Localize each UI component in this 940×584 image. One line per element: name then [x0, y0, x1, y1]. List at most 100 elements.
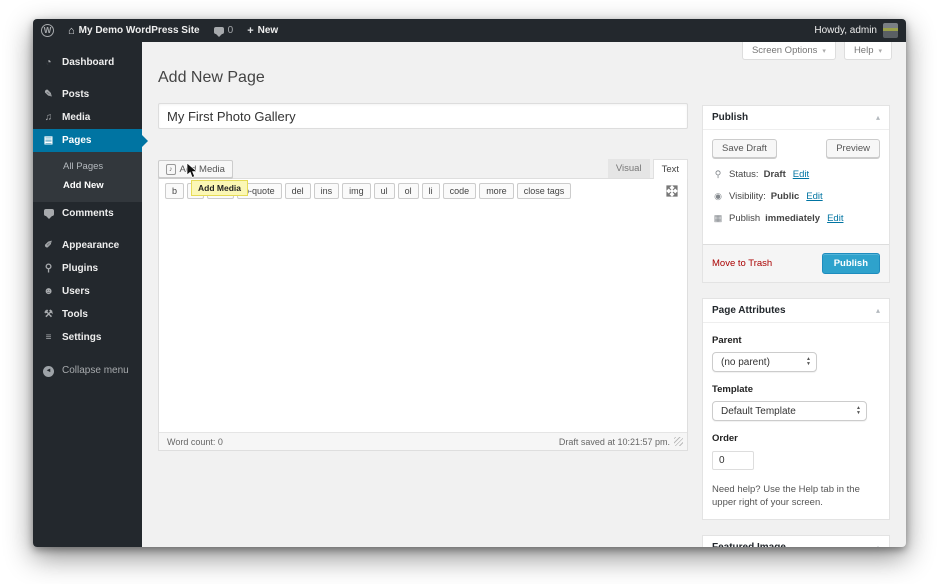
- admin-sidebar: ◔ Dashboard ✎ Posts ♫ Media ▤ Pages All …: [33, 42, 142, 547]
- edit-status-link[interactable]: Edit: [793, 169, 809, 180]
- pages-submenu: All Pages Add New: [33, 152, 142, 202]
- dashboard-icon: ◔: [42, 57, 55, 68]
- site-name: My Demo WordPress Site: [79, 25, 200, 36]
- sidebar-item-media[interactable]: ♫ Media: [33, 106, 142, 129]
- tab-text[interactable]: Text: [653, 159, 688, 179]
- editor-column: Add New Page ♪ Add Media Visual Text: [158, 69, 688, 547]
- collapse-icon: ◄: [42, 364, 55, 377]
- sidebar-item-pages[interactable]: ▤ Pages: [33, 129, 142, 152]
- admin-bar: W ⌂ My Demo WordPress Site 0 + New Howdy…: [33, 19, 906, 42]
- page-attributes-header[interactable]: Page Attributes ▴: [703, 299, 889, 323]
- attributes-help-text: Need help? Use the Help tab in the upper…: [712, 483, 880, 510]
- sidebar-item-label: Dashboard: [62, 57, 114, 68]
- settings-column: Publish ▴ Save Draft Preview ⚲ Status:: [702, 105, 890, 547]
- editor-resize-handle[interactable]: [674, 437, 683, 446]
- help-button[interactable]: Help ▾: [844, 42, 892, 60]
- quicktag-img-button[interactable]: img: [342, 183, 371, 199]
- save-draft-button[interactable]: Save Draft: [712, 139, 777, 158]
- status-row: ⚲ Status: Draft Edit: [712, 169, 880, 180]
- screen-meta: Screen Options ▾ Help ▾: [742, 42, 892, 60]
- quicktag-ul-button[interactable]: ul: [374, 183, 395, 199]
- sidebar-item-settings[interactable]: ≡ Settings: [33, 326, 142, 349]
- post-title-input[interactable]: [158, 103, 688, 129]
- quicktag-close-tags-button[interactable]: close tags: [517, 183, 572, 199]
- sidebar-item-appearance[interactable]: ✐ Appearance: [33, 234, 142, 257]
- menu-separator: [33, 74, 142, 83]
- fullscreen-icon[interactable]: [666, 185, 681, 197]
- featured-image-title: Featured Image: [712, 542, 786, 547]
- select-stepper-icon: ▲▼: [806, 357, 811, 367]
- new-content-menu[interactable]: + New: [247, 25, 278, 37]
- quicktag-ins-button[interactable]: ins: [314, 183, 340, 199]
- screen-options-label: Screen Options: [752, 45, 817, 56]
- plugins-icon: ⚲: [42, 263, 55, 274]
- publish-button[interactable]: Publish: [822, 253, 880, 274]
- new-label: New: [258, 25, 279, 36]
- quicktag-ol-button[interactable]: ol: [398, 183, 419, 199]
- sidebar-item-label: Settings: [62, 332, 101, 343]
- schedule-value: immediately: [765, 213, 820, 224]
- collapse-menu-button[interactable]: ◄ Collapse menu: [33, 359, 142, 382]
- comment-bubble-icon: [214, 27, 224, 34]
- page-attributes-box: Page Attributes ▴ Parent (no parent) ▲▼: [702, 298, 890, 520]
- help-label: Help: [854, 45, 874, 56]
- draft-saved-status: Draft saved at 10:21:57 pm.: [559, 437, 670, 447]
- wordpress-logo-menu[interactable]: W: [41, 24, 54, 37]
- post-content-textarea[interactable]: [159, 203, 687, 432]
- sidebar-item-dashboard[interactable]: ◔ Dashboard: [33, 51, 142, 74]
- visibility-label: Visibility:: [729, 191, 766, 202]
- add-media-tooltip: Add Media: [191, 180, 248, 196]
- featured-image-header[interactable]: Featured Image ▴: [703, 536, 889, 547]
- quicktag-code-button[interactable]: code: [443, 183, 477, 199]
- edit-visibility-link[interactable]: Edit: [806, 191, 822, 202]
- collapse-toggle-icon[interactable]: ▴: [876, 543, 880, 547]
- tab-visual[interactable]: Visual: [608, 159, 650, 178]
- sidebar-item-posts[interactable]: ✎ Posts: [33, 83, 142, 106]
- sidebar-item-label: Media: [62, 112, 90, 123]
- screen-options-button[interactable]: Screen Options ▾: [742, 42, 836, 60]
- home-icon: ⌂: [68, 25, 75, 37]
- order-input[interactable]: [712, 451, 754, 470]
- collapse-toggle-icon[interactable]: ▴: [876, 113, 880, 122]
- sidebar-item-users[interactable]: ☻ Users: [33, 280, 142, 303]
- users-icon: ☻: [42, 286, 55, 297]
- publish-box-header[interactable]: Publish ▴: [703, 106, 889, 130]
- comments-shortcut[interactable]: 0: [214, 25, 234, 36]
- user-avatar[interactable]: [883, 23, 898, 38]
- editor-mode-tabs: Visual Text: [608, 159, 688, 178]
- visibility-eye-icon: ◉: [712, 191, 724, 202]
- parent-select[interactable]: (no parent) ▲▼: [712, 352, 817, 372]
- sidebar-item-comments[interactable]: Comments: [33, 202, 142, 225]
- howdy-account-link[interactable]: Howdy, admin: [814, 25, 877, 36]
- submenu-item-add-new[interactable]: Add New: [33, 176, 142, 195]
- quicktag-del-button[interactable]: del: [285, 183, 311, 199]
- settings-icon: ≡: [42, 332, 55, 343]
- featured-image-box: Featured Image ▴ Set featured image: [702, 535, 890, 547]
- site-link[interactable]: ⌂ My Demo WordPress Site: [68, 25, 200, 37]
- order-label: Order: [712, 433, 880, 444]
- plus-icon: +: [247, 25, 253, 37]
- status-pin-icon: ⚲: [712, 169, 724, 180]
- sidebar-item-tools[interactable]: ⚒ Tools: [33, 303, 142, 326]
- visibility-value: Public: [771, 191, 800, 202]
- editor-area: ♪ Add Media Visual Text b i: [158, 157, 688, 451]
- quicktag-li-button[interactable]: li: [422, 183, 440, 199]
- sidebar-item-label: Tools: [62, 309, 88, 320]
- move-to-trash-link[interactable]: Move to Trash: [712, 258, 772, 269]
- add-media-icon: ♪: [166, 164, 176, 175]
- submenu-item-all-pages[interactable]: All Pages: [33, 157, 142, 176]
- template-select-value: Default Template: [721, 406, 796, 417]
- sidebar-item-label: Plugins: [62, 263, 98, 274]
- menu-separator: [33, 225, 142, 234]
- quicktag-more-button[interactable]: more: [479, 183, 514, 199]
- sidebar-item-plugins[interactable]: ⚲ Plugins: [33, 257, 142, 280]
- template-select[interactable]: Default Template ▲▼: [712, 401, 867, 421]
- quicktag-bold-button[interactable]: b: [165, 183, 184, 199]
- preview-button[interactable]: Preview: [826, 139, 880, 158]
- visibility-row: ◉ Visibility: Public Edit: [712, 191, 880, 202]
- edit-schedule-link[interactable]: Edit: [827, 213, 843, 224]
- calendar-icon: ▦: [712, 213, 724, 224]
- status-label: Status:: [729, 169, 759, 180]
- collapse-toggle-icon[interactable]: ▴: [876, 306, 880, 315]
- publish-box: Publish ▴ Save Draft Preview ⚲ Status:: [702, 105, 890, 283]
